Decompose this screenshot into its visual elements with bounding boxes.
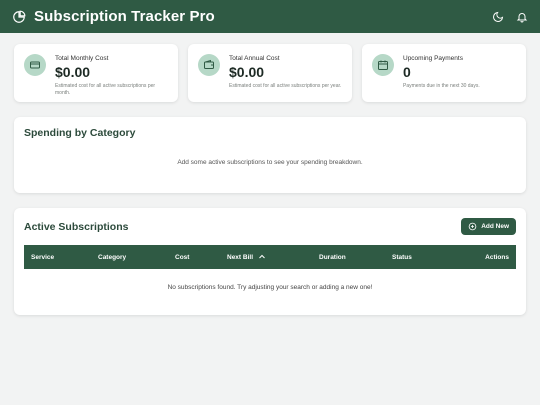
table-header: Service Category Cost Next Bill Duration… (24, 245, 516, 269)
column-header-next-bill-label: Next Bill (227, 253, 254, 261)
stat-card-monthly: Total Monthly Cost $0.00 Estimated cost … (14, 44, 178, 102)
stat-value: $0.00 (229, 64, 265, 80)
column-header-category[interactable]: Category (98, 254, 126, 261)
column-header-status[interactable]: Status (392, 254, 412, 261)
stat-description: Estimated cost for all active subscripti… (55, 83, 156, 96)
app-header: Subscription Tracker Pro (0, 0, 540, 33)
section-title: Spending by Category (24, 127, 136, 139)
column-header-next-bill[interactable]: Next Bill (227, 254, 265, 261)
stat-card-upcoming: Upcoming Payments 0 Payments due in the … (362, 44, 526, 102)
column-header-service[interactable]: Service (31, 254, 54, 261)
spending-by-category-card: Spending by Category Add some active sub… (14, 117, 526, 193)
section-title: Active Subscriptions (24, 220, 129, 233)
stat-label: Total Monthly Cost (55, 55, 109, 62)
column-header-cost[interactable]: Cost (175, 254, 189, 261)
moon-icon[interactable] (492, 11, 504, 23)
stat-label: Upcoming Payments (403, 55, 463, 62)
calendar-icon (372, 54, 394, 76)
column-header-duration[interactable]: Duration (319, 254, 346, 261)
credit-card-icon (24, 54, 46, 76)
stat-value: $0.00 (55, 64, 91, 80)
add-new-button[interactable]: Add New (461, 218, 516, 235)
stat-label: Total Annual Cost (229, 55, 280, 62)
bell-icon[interactable] (516, 11, 528, 23)
stat-card-annual: Total Annual Cost $0.00 Estimated cost f… (188, 44, 352, 102)
stat-description: Estimated cost for all active subscripti… (229, 83, 342, 89)
app-title: Subscription Tracker Pro (34, 8, 215, 25)
column-header-actions: Actions (485, 253, 509, 261)
stat-description: Payments due in the next 30 days. (403, 83, 480, 89)
empty-state-message: Add some active subscriptions to see you… (177, 159, 363, 166)
stat-value: 0 (403, 64, 411, 80)
plus-circle-icon (468, 222, 477, 231)
table-empty-message: No subscriptions found. Try adjusting yo… (167, 284, 373, 291)
subscriptions-table: Service Category Cost Next Bill Duration… (24, 245, 516, 291)
wallet-icon (198, 54, 220, 76)
sort-ascending-icon (258, 254, 265, 261)
add-new-label: Add New (481, 223, 509, 230)
active-subscriptions-card: Active Subscriptions Add New Service Cat… (14, 208, 526, 315)
pie-chart-logo-icon (12, 10, 26, 24)
